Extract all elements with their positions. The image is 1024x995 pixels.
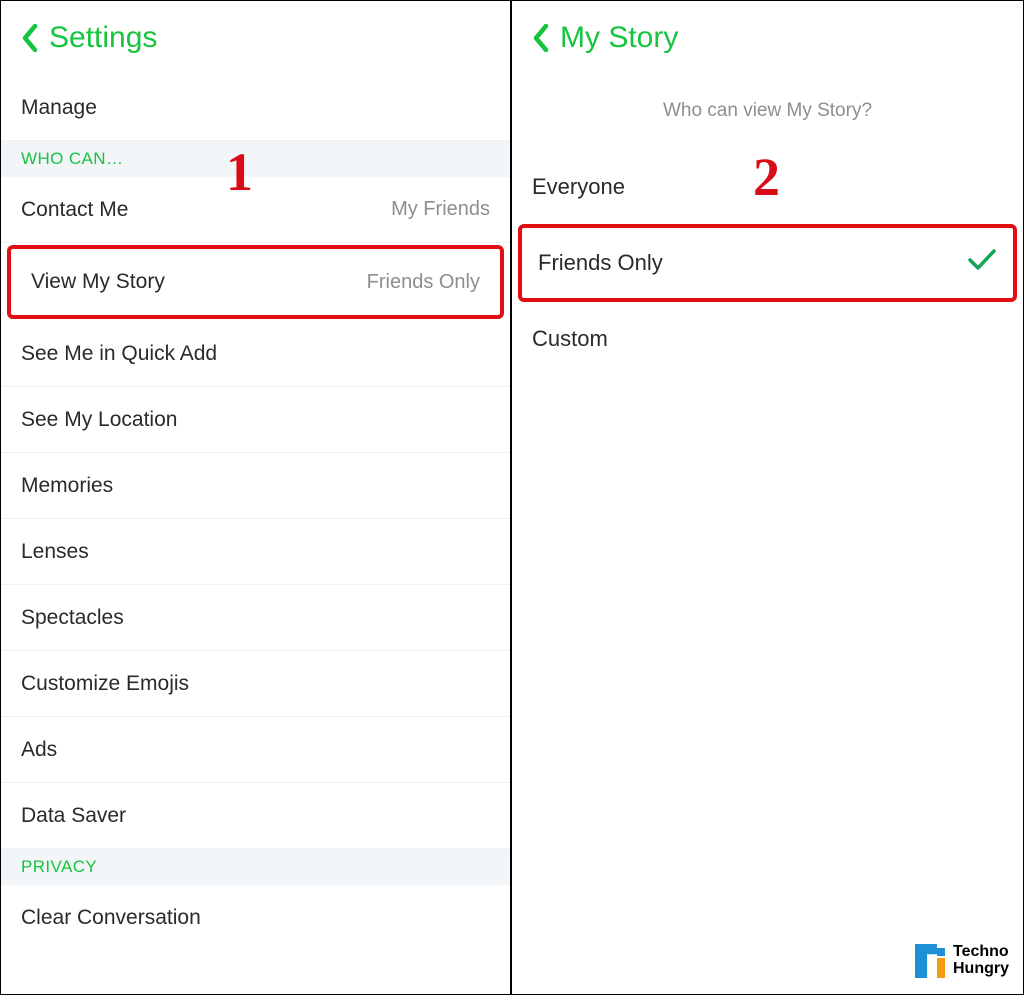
row-view-my-story[interactable]: View My Story Friends Only bbox=[11, 249, 500, 315]
row-label: Manage bbox=[21, 96, 97, 120]
page-title: My Story bbox=[560, 21, 678, 55]
section-who-can: WHO CAN… bbox=[1, 141, 510, 177]
settings-pane: 1 Settings Manage WHO CAN… Contact Me My… bbox=[1, 1, 512, 994]
row-label: Customize Emojis bbox=[21, 672, 189, 696]
row-label: Ads bbox=[21, 738, 57, 762]
option-custom[interactable]: Custom bbox=[512, 304, 1023, 374]
back-icon[interactable] bbox=[21, 24, 39, 52]
watermark-line2: Hungry bbox=[953, 961, 1009, 978]
highlight-friends-only: Friends Only bbox=[518, 224, 1017, 302]
row-spectacles[interactable]: Spectacles bbox=[1, 585, 510, 651]
row-customize-emojis[interactable]: Customize Emojis bbox=[1, 651, 510, 717]
option-everyone[interactable]: Everyone bbox=[512, 152, 1023, 222]
row-ads[interactable]: Ads bbox=[1, 717, 510, 783]
option-label: Friends Only bbox=[538, 250, 663, 276]
row-value: My Friends bbox=[391, 198, 490, 221]
row-clear-conversation[interactable]: Clear Conversation bbox=[1, 885, 510, 951]
option-label: Everyone bbox=[532, 174, 625, 200]
my-story-pane: 2 My Story Who can view My Story? Everyo… bbox=[512, 1, 1023, 994]
page-title: Settings bbox=[49, 21, 157, 55]
section-privacy: PRIVACY bbox=[1, 849, 510, 885]
watermark-line1: Techno bbox=[953, 944, 1009, 961]
back-icon[interactable] bbox=[532, 24, 550, 52]
row-label: Lenses bbox=[21, 540, 89, 564]
watermark-logo-icon bbox=[915, 944, 945, 978]
row-label: See Me in Quick Add bbox=[21, 342, 217, 366]
row-manage[interactable]: Manage bbox=[1, 75, 510, 141]
prompt-text: Who can view My Story? bbox=[512, 75, 1023, 152]
row-see-me-quick-add[interactable]: See Me in Quick Add bbox=[1, 321, 510, 387]
row-label: See My Location bbox=[21, 408, 177, 432]
row-value: Friends Only bbox=[367, 271, 480, 294]
row-lenses[interactable]: Lenses bbox=[1, 519, 510, 585]
row-label: Data Saver bbox=[21, 804, 126, 828]
row-label: View My Story bbox=[31, 270, 165, 294]
row-label: Clear Conversation bbox=[21, 906, 201, 930]
row-label: Memories bbox=[21, 474, 113, 498]
watermark: Techno Hungry bbox=[915, 944, 1009, 978]
row-label: Contact Me bbox=[21, 198, 128, 222]
row-label: Spectacles bbox=[21, 606, 124, 630]
highlight-view-my-story: View My Story Friends Only bbox=[7, 245, 504, 319]
option-label: Custom bbox=[532, 326, 608, 352]
option-friends-only[interactable]: Friends Only bbox=[522, 228, 1013, 298]
checkmark-icon bbox=[967, 248, 997, 278]
row-memories[interactable]: Memories bbox=[1, 453, 510, 519]
row-see-my-location[interactable]: See My Location bbox=[1, 387, 510, 453]
row-data-saver[interactable]: Data Saver bbox=[1, 783, 510, 849]
settings-header: Settings bbox=[1, 1, 510, 75]
row-contact-me[interactable]: Contact Me My Friends bbox=[1, 177, 510, 243]
watermark-text: Techno Hungry bbox=[953, 944, 1009, 978]
my-story-header: My Story bbox=[512, 1, 1023, 75]
